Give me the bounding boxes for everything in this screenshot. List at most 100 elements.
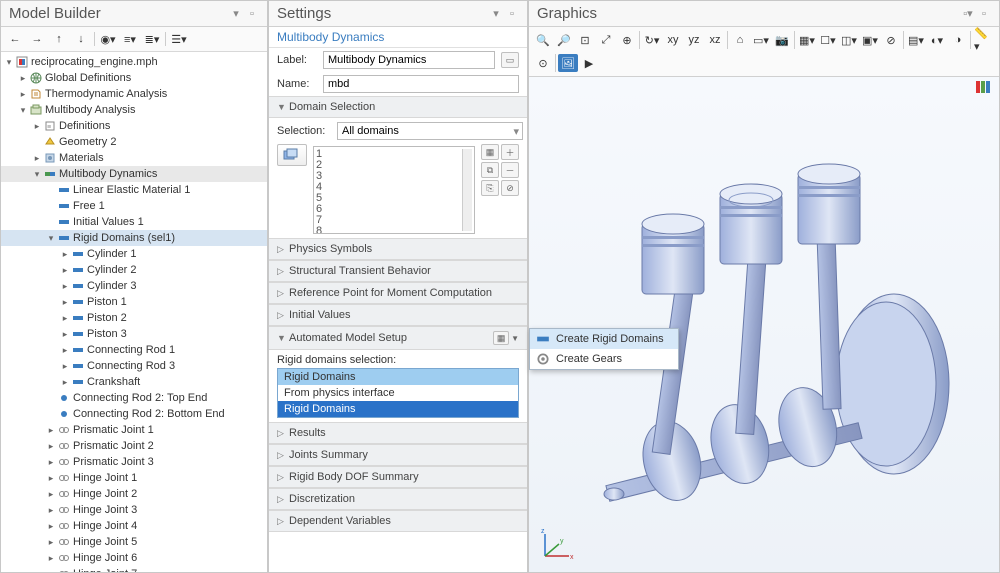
tree-node[interactable]: ▸Cylinder 1 (1, 246, 267, 262)
tree-node[interactable]: ▸Connecting Rod 3 (1, 358, 267, 374)
panel-menu-icon[interactable]: ▾ (229, 7, 243, 21)
graphics-canvas[interactable]: z x y (529, 77, 999, 572)
tree-node[interactable]: ▸Materials (1, 150, 267, 166)
nav-fwd-button[interactable]: → (27, 30, 47, 48)
transparency-button[interactable]: ◐▾ (927, 31, 947, 49)
view-yz-button[interactable]: yz (684, 31, 704, 49)
tree-node[interactable]: ▸Crankshaft (1, 374, 267, 390)
graphics-menu-icon[interactable]: ▫▾ (961, 7, 975, 21)
zoom-in-button[interactable]: 🔍 (533, 31, 553, 49)
auto-setup-action-button[interactable]: ▦ (493, 331, 509, 345)
name-input[interactable] (323, 75, 519, 93)
wireframe-button[interactable]: ▤▾ (906, 31, 926, 49)
dropdown-opt-physics[interactable]: From physics interface (278, 385, 518, 401)
view-xy-button[interactable]: xy (663, 31, 683, 49)
settings-menu-icon[interactable]: ▾ (489, 7, 503, 21)
dropdown-selected[interactable]: Rigid Domains (278, 369, 518, 385)
select-toggle-button[interactable]: ▣▾ (860, 31, 880, 49)
section-initial[interactable]: ▷Initial Values (269, 304, 527, 326)
sel-paste-button[interactable]: ⎘ (481, 180, 499, 196)
show-button[interactable]: ◉▾ (98, 30, 118, 48)
rotate-button[interactable]: ↻▾ (642, 31, 662, 49)
section-depvar[interactable]: ▷Dependent Variables (269, 510, 527, 532)
section-refpoint[interactable]: ▷Reference Point for Moment Computation (269, 282, 527, 304)
tree-node[interactable]: ▸Connecting Rod 1 (1, 342, 267, 358)
sel-add-button[interactable]: ＋ (501, 144, 519, 160)
tree-node[interactable]: Initial Values 1 (1, 214, 267, 230)
tree-node[interactable]: ▸Piston 1 (1, 294, 267, 310)
nav-up-button[interactable]: ↑ (49, 30, 69, 48)
tree-node[interactable]: ▸Global Definitions (1, 70, 267, 86)
zoom-out-button[interactable]: 🔎 (554, 31, 574, 49)
tree-node[interactable]: Linear Elastic Material 1 (1, 182, 267, 198)
panel-detach-icon[interactable]: ▫ (245, 7, 259, 21)
tree-node[interactable]: ▾Multibody Dynamics (1, 166, 267, 182)
tree-node[interactable]: Connecting Rod 2: Top End (1, 390, 267, 406)
graphics-detach-icon[interactable]: ▫ (977, 7, 991, 21)
selection-combo[interactable] (337, 122, 523, 140)
tree-node[interactable]: ▸Hinge Joint 2 (1, 486, 267, 502)
section-physics-symbols[interactable]: ▷Physics Symbols (269, 238, 527, 260)
tree-node[interactable]: ▸Piston 3 (1, 326, 267, 342)
select-domain-button[interactable]: ▦▾ (797, 31, 817, 49)
zoom-selected-button[interactable]: ⊕ (617, 31, 637, 49)
tree-node[interactable]: ▸Piston 2 (1, 310, 267, 326)
tree-node[interactable]: ▾Multibody Analysis (1, 102, 267, 118)
tree-node[interactable]: ▸Cylinder 3 (1, 278, 267, 294)
tree-root[interactable]: ▾ reciprocating_engine.mph (1, 54, 267, 70)
sel-manual-button[interactable]: ▦ (481, 144, 499, 160)
zoom-box-button[interactable]: ⊡ (575, 31, 595, 49)
section-transient[interactable]: ▷Structural Transient Behavior (269, 260, 527, 282)
popup-create-rigid[interactable]: Create Rigid Domains (530, 329, 678, 349)
popup-create-gears[interactable]: Create Gears (530, 349, 678, 369)
lighting-button[interactable]: ◑ (948, 31, 968, 49)
selection-activate-button[interactable] (277, 144, 307, 166)
tree-node[interactable]: ▸Hinge Joint 5 (1, 534, 267, 550)
tree-node[interactable]: ▸Thermodynamic Analysis (1, 86, 267, 102)
expand-button[interactable]: ≣▾ (142, 30, 162, 48)
label-edit-button[interactable]: ▭ (501, 52, 519, 68)
animation-button[interactable]: ▶ (579, 54, 599, 72)
section-results[interactable]: ▷Results (269, 422, 527, 444)
model-tree[interactable]: ▾ reciprocating_engine.mph ▸Global Defin… (1, 52, 267, 572)
tree-node[interactable]: Geometry 2 (1, 134, 267, 150)
probe-button[interactable]: ⊙ (533, 54, 553, 72)
camera-button[interactable]: 📷 (772, 31, 792, 49)
tree-node[interactable]: ▸Hinge Joint 4 (1, 518, 267, 534)
image-button[interactable]: 🖼 (558, 54, 578, 72)
tree-node[interactable]: ▸Prismatic Joint 3 (1, 454, 267, 470)
label-input[interactable] (323, 51, 495, 69)
select-union-button[interactable]: ◫▾ (839, 31, 859, 49)
sel-remove-button[interactable]: － (501, 162, 519, 178)
tree-node[interactable]: ▸Prismatic Joint 2 (1, 438, 267, 454)
tree-node[interactable]: ▸Cylinder 2 (1, 262, 267, 278)
auto-setup-dropdown-button[interactable]: ▼ (511, 334, 519, 343)
settings-detach-icon[interactable]: ▫ (505, 7, 519, 21)
sel-clear-button[interactable]: ⊘ (501, 180, 519, 196)
collapse-button[interactable]: ≡▾ (120, 30, 140, 48)
view-xz-button[interactable]: xz (705, 31, 725, 49)
tree-node[interactable]: ▾Rigid Domains (sel1) (1, 230, 267, 246)
section-joints[interactable]: ▷Joints Summary (269, 444, 527, 466)
measure-button[interactable]: 📏▾ (973, 31, 993, 49)
scrollbar[interactable] (462, 149, 472, 231)
domain-list[interactable]: 123456789 (313, 146, 475, 234)
tree-node[interactable]: ▸Hinge Joint 1 (1, 470, 267, 486)
section-disc[interactable]: ▷Discretization (269, 488, 527, 510)
rigid-domains-dropdown[interactable]: Rigid Domains From physics interface Rig… (277, 368, 519, 418)
tree-node[interactable]: ▸≡Definitions (1, 118, 267, 134)
section-domain-selection[interactable]: ▼Domain Selection (269, 96, 527, 118)
tree-node[interactable]: ▸Hinge Joint 7 (1, 566, 267, 572)
nav-back-button[interactable]: ← (5, 30, 25, 48)
tree-node[interactable]: ▸Prismatic Joint 1 (1, 422, 267, 438)
tree-node[interactable]: ▸Hinge Joint 3 (1, 502, 267, 518)
select-box-button[interactable]: ☐▾ (818, 31, 838, 49)
tree-node[interactable]: Connecting Rod 2: Bottom End (1, 406, 267, 422)
zoom-extents-button[interactable]: ⤢ (596, 31, 616, 49)
tree-node[interactable]: Free 1 (1, 198, 267, 214)
nav-down-button[interactable]: ↓ (71, 30, 91, 48)
select-clear-button[interactable]: ⊘ (881, 31, 901, 49)
tree-node[interactable]: ▸Hinge Joint 6 (1, 550, 267, 566)
ortho-button[interactable]: ▭▾ (751, 31, 771, 49)
tree-opts-button[interactable]: ☰▾ (169, 30, 189, 48)
